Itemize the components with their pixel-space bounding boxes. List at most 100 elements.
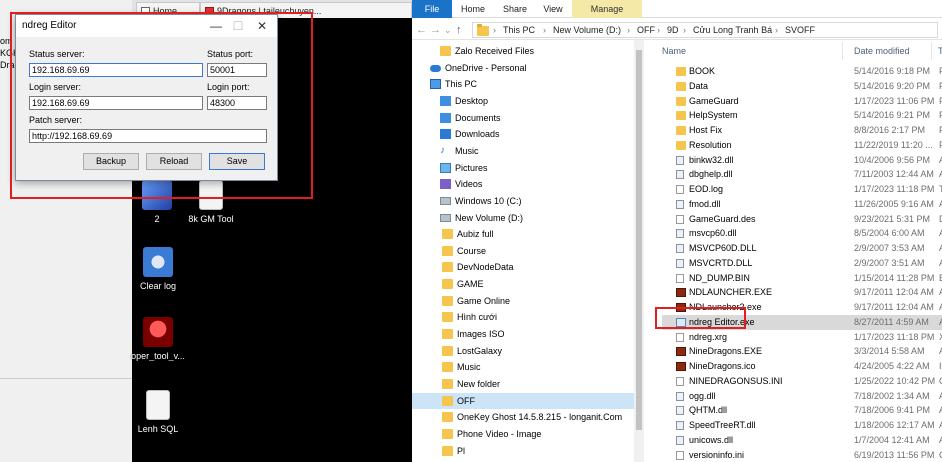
file-row[interactable]: ND_DUMP.BIN1/15/2014 11:28 PMBIN: [662, 271, 942, 286]
file-date: 11/22/2019 11:20 ...: [854, 139, 933, 150]
desktop-icon-clear-log[interactable]: Clear log: [123, 247, 193, 291]
file-row[interactable]: NineDragons.ico4/24/2005 4:22 AMIcon: [662, 359, 942, 374]
file-row[interactable]: msvcp60.dll8/5/2004 6:00 AMApp: [662, 226, 942, 241]
breadcrumb-svoff[interactable]: SVOFF: [785, 25, 815, 35]
nav-item[interactable]: DevNodeData: [412, 259, 634, 275]
column-divider[interactable]: [842, 42, 843, 60]
up-icon[interactable]: ↑: [456, 23, 462, 37]
nav-item[interactable]: Windows 10 (C:): [412, 193, 634, 209]
file-name: GameGuard.des: [689, 213, 756, 224]
back-icon[interactable]: ←: [416, 23, 427, 37]
file-row[interactable]: Resolution11/22/2019 11:20 ...File: [662, 138, 942, 153]
file-date: 1/17/2023 11:18 PM: [854, 331, 935, 342]
game-icon: [676, 362, 686, 371]
file-row[interactable]: GameGuard1/17/2023 11:06 PMFile: [662, 94, 942, 109]
nav-item[interactable]: Phone Video - Image: [412, 426, 634, 442]
breadcrumb-new-volume[interactable]: New Volume (D:): [553, 25, 621, 35]
column-header-date[interactable]: Date modified: [854, 46, 910, 56]
file-name: ND_DUMP.BIN: [689, 272, 750, 283]
desktop-icon-oper-tool[interactable]: oper_tool_v...: [123, 317, 193, 361]
dll-icon: [676, 170, 684, 180]
nav-item[interactable]: LostGalaxy: [412, 343, 634, 359]
file-row[interactable]: versioninfo.ini6/19/2013 11:56 PMCon: [662, 448, 942, 462]
nav-item[interactable]: Videos: [412, 176, 634, 192]
ribbon-tab-manage[interactable]: Manage: [572, 0, 642, 18]
file-row[interactable]: MSVCP60D.DLL2/9/2007 3:53 AMApp: [662, 241, 942, 256]
ribbon-tab-home[interactable]: Home: [454, 0, 492, 18]
nav-item[interactable]: This PC: [412, 76, 634, 92]
nav-item[interactable]: GAME: [412, 276, 634, 292]
file-icon: [676, 185, 684, 194]
file-date: 5/14/2016 9:20 PM: [854, 80, 931, 91]
nav-item[interactable]: New folder: [412, 376, 634, 392]
column-header-type[interactable]: Type: [938, 46, 942, 56]
file-date: 3/3/2014 5:58 AM: [854, 346, 925, 357]
file-row[interactable]: BOOK5/14/2016 9:18 PMFile: [662, 64, 942, 79]
file-row[interactable]: dbghelp.dll7/11/2003 12:44 AMApp: [662, 167, 942, 182]
documents-icon: [440, 112, 451, 123]
file-row[interactable]: NDLAUNCHER.EXE9/17/2011 12:04 AMApp: [662, 285, 942, 300]
file-row[interactable]: binkw32.dll10/4/2006 9:56 PMApp: [662, 153, 942, 168]
desktop-icon-label: oper_tool_v...: [131, 351, 185, 361]
file-date: 1/7/2004 12:41 AM: [854, 434, 930, 445]
nav-item[interactable]: Images ISO: [412, 326, 634, 342]
navigation-scrollbar[interactable]: [634, 40, 644, 462]
nav-item[interactable]: Game Online: [412, 293, 634, 309]
desktop-icon-lenh-sql[interactable]: Lenh SQL: [123, 390, 193, 434]
nav-item[interactable]: Downloads: [412, 126, 634, 142]
file-row[interactable]: NINEDRAGONSUS.INI1/25/2022 10:42 PMCon: [662, 374, 942, 389]
nav-item-label: Pictures: [455, 162, 488, 173]
file-row[interactable]: Data5/14/2016 9:20 PMFile: [662, 79, 942, 94]
file-date: 7/18/2006 9:41 PM: [854, 405, 931, 416]
file-row[interactable]: ndreg.xrg1/17/2023 11:18 PMXRG: [662, 330, 942, 345]
nav-item[interactable]: New Volume (D:): [412, 210, 634, 226]
nav-item[interactable]: Documents: [412, 110, 634, 126]
file-date: 11/26/2005 9:16 AM: [854, 198, 934, 209]
forward-icon[interactable]: →: [430, 23, 441, 37]
breadcrumb-off[interactable]: OFF: [637, 25, 655, 35]
nav-item[interactable]: Desktop: [412, 93, 634, 109]
nav-item[interactable]: Aubiz full: [412, 226, 634, 242]
file-row[interactable]: HelpSystem5/14/2016 9:21 PMFile: [662, 108, 942, 123]
nav-item[interactable]: ♪ Music: [412, 143, 634, 159]
nav-item-label: Documents: [455, 112, 501, 123]
file-icon: [676, 376, 684, 386]
nav-item[interactable]: Music: [412, 359, 634, 375]
file-row[interactable]: fmod.dll11/26/2005 9:16 AMApp: [662, 197, 942, 212]
nav-item[interactable]: Zalo Received Files: [412, 43, 634, 59]
file-row[interactable]: unicows.dll1/7/2004 12:41 AMApp: [662, 433, 942, 448]
nav-item[interactable]: Course: [412, 243, 634, 259]
file-row[interactable]: NineDragons.EXE3/3/2014 5:58 AMApp: [662, 344, 942, 359]
column-header-name[interactable]: Name: [662, 46, 686, 56]
file-row[interactable]: SpeedTreeRT.dll1/18/2006 12:17 AMApp: [662, 418, 942, 433]
file-name: binkw32.dll: [689, 154, 734, 165]
ribbon-tab-view[interactable]: View: [536, 0, 570, 18]
scrollbar-thumb[interactable]: [636, 50, 642, 430]
file-row[interactable]: Host Fix8/8/2016 2:17 PMFile: [662, 123, 942, 138]
column-divider[interactable]: [931, 42, 932, 60]
recent-locations-icon[interactable]: ⌄: [444, 23, 452, 37]
breadcrumb-this-pc[interactable]: This PC: [503, 25, 535, 35]
nav-item-label: Desktop: [455, 95, 489, 106]
file-row[interactable]: ogg.dll7/18/2002 1:34 AMApp: [662, 389, 942, 404]
folder-icon: [442, 379, 453, 389]
file-row[interactable]: MSVCRTD.DLL2/9/2007 3:51 AMApp: [662, 256, 942, 271]
nav-item[interactable]: Hình cưới: [412, 309, 634, 325]
file-row[interactable]: GameGuard.des9/23/2021 5:31 PMDES: [662, 212, 942, 227]
folder-icon: [440, 46, 451, 56]
file-row[interactable]: QHTM.dll7/18/2006 9:41 PMApp: [662, 403, 942, 418]
nav-item[interactable]: Pl: [412, 443, 634, 459]
ribbon-tab-share[interactable]: Share: [496, 0, 534, 18]
nav-item[interactable]: OneKey Ghost 14.5.8.215 - longanit.Com: [412, 409, 634, 425]
address-bar[interactable]: › This PC › New Volume (D:) › OFF › 9D ›…: [472, 22, 938, 38]
file-row[interactable]: EOD.log1/17/2023 11:18 PMText: [662, 182, 942, 197]
nav-item-label: Phone Video - Image: [457, 428, 542, 439]
nav-item[interactable]: OneDrive - Personal: [412, 60, 634, 76]
nav-item[interactable]: Pictures: [412, 160, 634, 176]
breadcrumb-9d[interactable]: 9D: [667, 25, 679, 35]
dll-icon: [676, 155, 684, 165]
breadcrumb-cuu-long-tranh-ba[interactable]: Cửu Long Tranh Bá: [693, 25, 772, 35]
nav-item[interactable]: OFF: [412, 392, 634, 409]
desktop-icon: [440, 95, 451, 106]
ribbon-tab-file[interactable]: File: [412, 0, 452, 18]
